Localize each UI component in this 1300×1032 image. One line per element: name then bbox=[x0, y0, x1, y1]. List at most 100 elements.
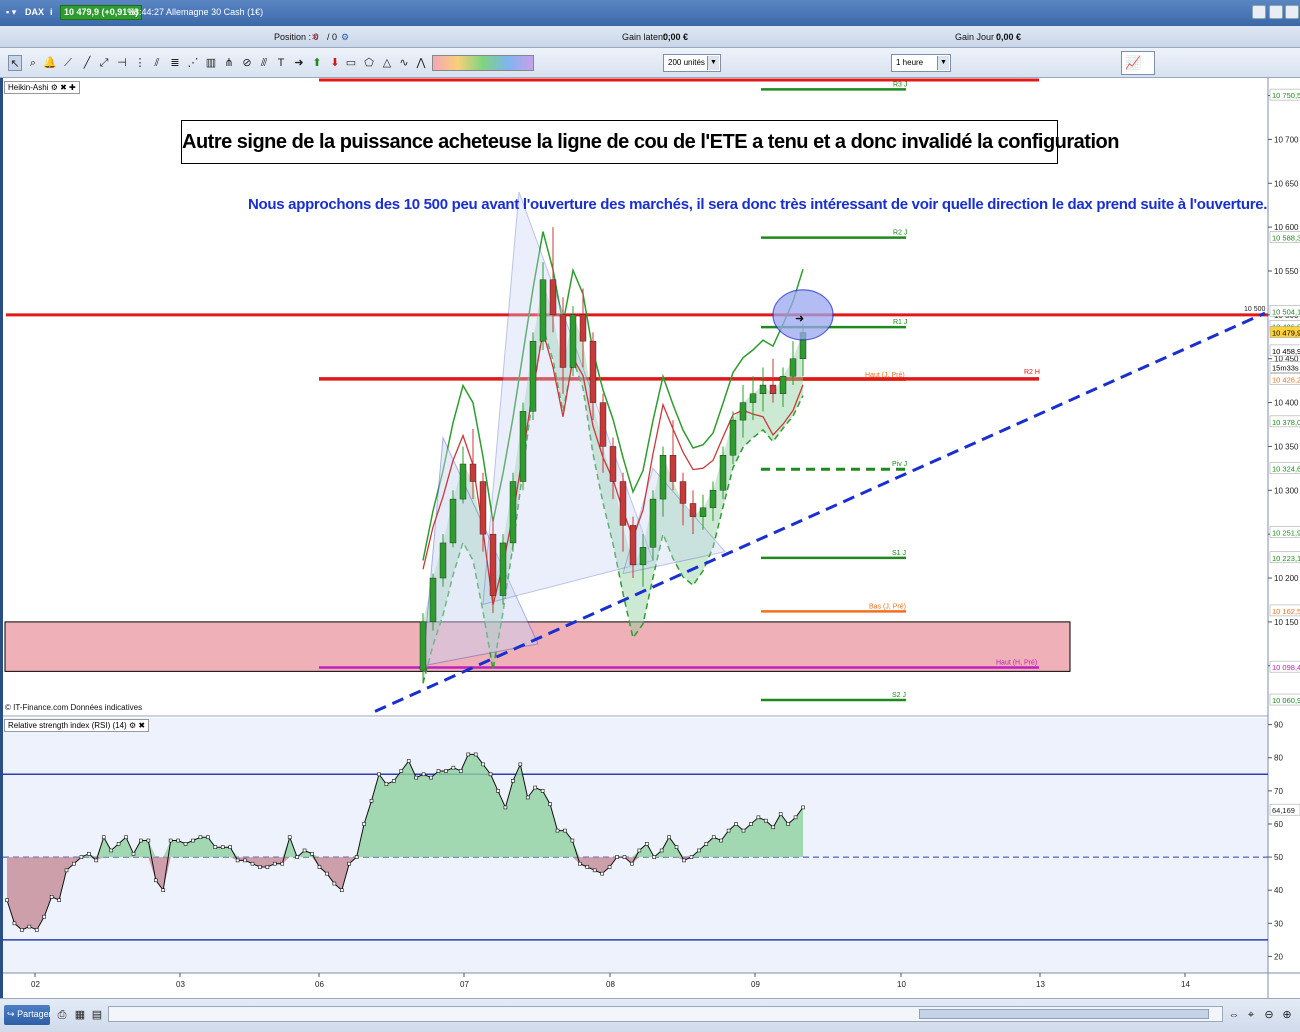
rsi-point bbox=[458, 769, 463, 773]
settings-icon[interactable]: ⚙ bbox=[51, 83, 58, 92]
rsi-point bbox=[503, 805, 508, 810]
chart-area[interactable]: 10 10010 15010 20010 25010 30010 35010 4… bbox=[0, 78, 1300, 998]
neckline-label: R2 H bbox=[1024, 369, 1040, 376]
app-icon[interactable]: ▪ ▾ bbox=[6, 7, 16, 18]
share-button[interactable]: ↪ Partager bbox=[4, 1005, 52, 1025]
zoom-icon[interactable]: ⌕ bbox=[26, 55, 40, 71]
fan-icon[interactable]: ⋰ bbox=[186, 55, 200, 71]
fibonacci-icon[interactable]: ≣ bbox=[168, 55, 182, 71]
candle-body bbox=[569, 314, 577, 368]
price-pane-label[interactable]: Heikin-Ashi ⚙ ✖ ✚ bbox=[4, 81, 80, 94]
rsi-point bbox=[578, 861, 582, 866]
rsi-point bbox=[139, 838, 143, 843]
rsi-point bbox=[198, 835, 203, 840]
chart-type-selector[interactable]: 📈 bbox=[1121, 51, 1155, 75]
candle-body bbox=[719, 455, 727, 491]
rsi-point bbox=[153, 878, 158, 883]
rsi-point bbox=[168, 838, 173, 843]
layout-icon[interactable]: ▤ bbox=[90, 1007, 104, 1023]
zigzag-icon[interactable]: ⋀ bbox=[414, 55, 428, 71]
units-value: 200 unités bbox=[668, 58, 705, 67]
candle-body bbox=[489, 533, 497, 596]
close-icon[interactable] bbox=[1285, 5, 1299, 19]
symbol-label[interactable]: DAX bbox=[25, 7, 44, 17]
close-position-icon[interactable]: ✕ bbox=[311, 32, 319, 43]
fit-icon[interactable]: ⇔ bbox=[1227, 1007, 1241, 1023]
position-bar: Position : 0 ✕ / 0 ⚙ Gain latent : 0,00 … bbox=[0, 26, 1300, 48]
candle-body bbox=[579, 314, 587, 342]
rsi-point bbox=[302, 848, 307, 853]
rsi-point bbox=[87, 851, 91, 856]
price-pane-name: Heikin-Ashi bbox=[8, 83, 49, 92]
rsi-point bbox=[444, 769, 448, 773]
candle-body bbox=[509, 481, 517, 544]
pitchfork-icon[interactable]: ⋔ bbox=[222, 55, 236, 71]
arrow-up-icon[interactable]: ⬆ bbox=[310, 55, 324, 71]
settings-icon[interactable]: ⚙ bbox=[129, 721, 136, 730]
scroll-thumb[interactable] bbox=[919, 1009, 1209, 1019]
candle-body bbox=[459, 463, 467, 500]
chevron-down-icon[interactable]: ▼ bbox=[937, 56, 949, 70]
orders-icon[interactable]: ⚙ bbox=[341, 32, 349, 43]
rsi-pane-label[interactable]: Relative strength index (RSI) (14) ⚙ ✖ bbox=[4, 719, 150, 732]
wave-icon[interactable]: ∿ bbox=[397, 55, 411, 71]
polygon-icon[interactable]: ⬠ bbox=[362, 55, 376, 71]
remove-icon[interactable]: ✖ bbox=[60, 83, 67, 92]
remove-icon[interactable]: ✖ bbox=[138, 721, 145, 730]
timeframe-value: 1 heure bbox=[896, 58, 924, 67]
support-zone bbox=[4, 621, 1071, 672]
bottom-bar: ↪ Partager ⎙ ▦ ▤ ⇔ ⌖ ⊖ ⊕ bbox=[0, 998, 1300, 1032]
arrow-down-icon[interactable]: ⬇ bbox=[328, 55, 342, 71]
rsi-point bbox=[481, 762, 485, 767]
grid-icon[interactable]: ▦ bbox=[73, 1007, 87, 1023]
text-tool-icon[interactable]: T bbox=[274, 55, 288, 71]
blue-annotation[interactable]: Nous approchons des 10 500 peu avant l'o… bbox=[248, 196, 1267, 213]
zoom-in-icon[interactable]: ⊕ bbox=[1280, 1007, 1294, 1023]
rsi-point bbox=[332, 881, 337, 886]
print-icon[interactable]: ⎙ bbox=[55, 1007, 69, 1023]
timeframe-select[interactable]: 1 heure ▼ bbox=[891, 54, 951, 72]
price-axis-tick-label: 10 350 bbox=[1274, 442, 1299, 451]
candle-body bbox=[779, 376, 787, 395]
units-select[interactable]: 200 unités ▼ bbox=[663, 54, 721, 72]
rsi-point bbox=[607, 865, 612, 869]
rsi-point bbox=[689, 855, 694, 859]
cursor-icon[interactable]: ↖ bbox=[8, 55, 22, 71]
gann-icon[interactable]: ▥ bbox=[204, 55, 218, 71]
trendline-icon[interactable]: ╱ bbox=[80, 55, 94, 71]
horizontal-line-icon[interactable]: ⊣ bbox=[115, 55, 129, 71]
rsi-point bbox=[183, 842, 188, 846]
magnet-icon[interactable]: ⌖ bbox=[1244, 1007, 1258, 1023]
alert-bell-icon[interactable]: 🔔 bbox=[43, 55, 57, 71]
boxed-annotation[interactable]: Autre signe de la puissance acheteuse la… bbox=[181, 120, 1119, 164]
rsi-point bbox=[786, 822, 790, 826]
minimize-icon[interactable] bbox=[1269, 5, 1283, 19]
candle-body bbox=[599, 402, 607, 447]
rsi-point bbox=[384, 782, 389, 787]
rectangle-icon[interactable]: ▭ bbox=[344, 55, 358, 71]
rsi-point bbox=[362, 822, 366, 826]
triangle-icon[interactable]: △ bbox=[380, 55, 394, 71]
ruler-icon[interactable]: ⟋ bbox=[61, 55, 75, 71]
candle-body bbox=[589, 340, 597, 403]
color-palette-icon[interactable] bbox=[432, 55, 534, 71]
vertical-line-icon[interactable]: ⋮ bbox=[133, 55, 147, 71]
zoom-out-icon[interactable]: ⊖ bbox=[1262, 1007, 1276, 1023]
add-icon[interactable]: ✚ bbox=[69, 83, 76, 92]
horizontal-scrollbar[interactable] bbox=[108, 1006, 1223, 1022]
price-tag: 10 588,3 bbox=[1272, 233, 1300, 242]
candle-body bbox=[729, 419, 737, 456]
parallel-icon[interactable]: ⫻ bbox=[257, 55, 271, 71]
info-icon[interactable]: i bbox=[50, 7, 53, 17]
rsi-point bbox=[250, 861, 255, 866]
channel-icon[interactable]: ⫽ bbox=[150, 55, 164, 71]
gain-jour-value: 0,00 € bbox=[996, 32, 1022, 42]
arrow-right-icon[interactable]: ➜ bbox=[292, 55, 306, 71]
rsi-point bbox=[176, 838, 180, 843]
ray-icon[interactable]: ⤢ bbox=[97, 55, 111, 71]
chevron-down-icon[interactable]: ▼ bbox=[707, 56, 719, 70]
rsi-point bbox=[585, 865, 590, 869]
detach-icon[interactable] bbox=[1252, 5, 1266, 19]
chart-svg[interactable]: 10 10010 15010 20010 25010 30010 35010 4… bbox=[3, 78, 1300, 998]
cycle-icon[interactable]: ⊘ bbox=[240, 55, 254, 71]
